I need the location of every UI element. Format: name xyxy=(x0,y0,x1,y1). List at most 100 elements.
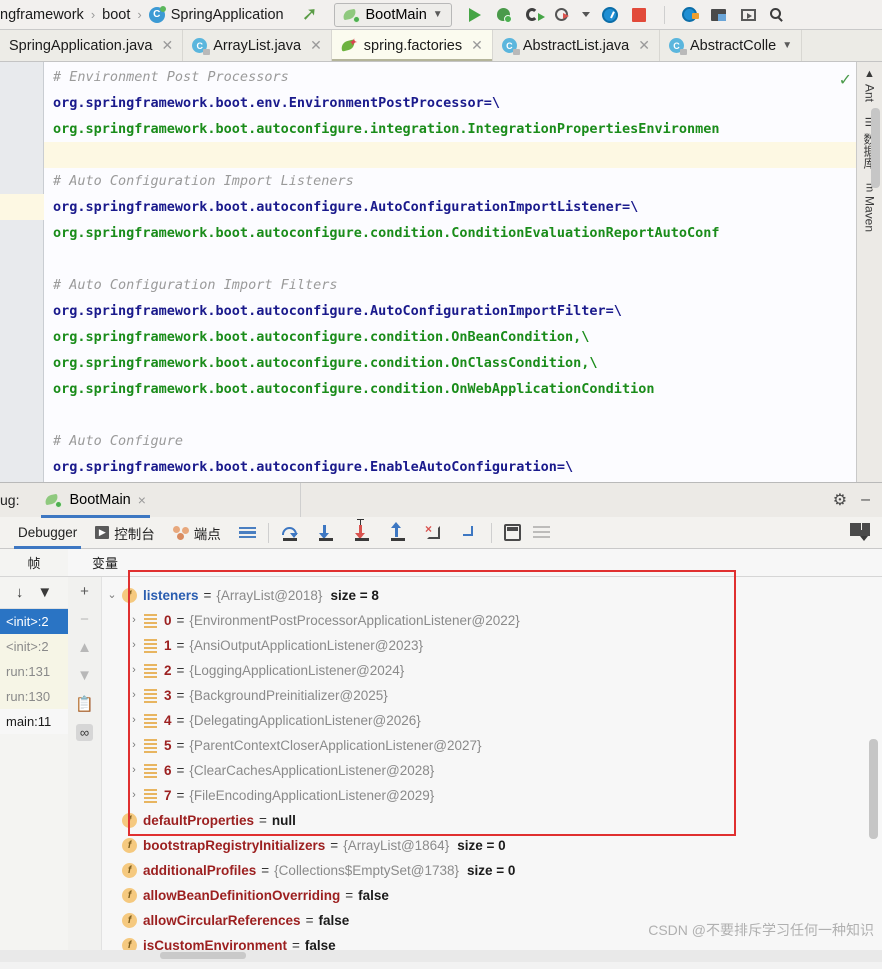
variable-row[interactable]: ⌄ f listeners = {ArrayList@2018} size = 8 xyxy=(102,583,882,608)
chevron-right-icon[interactable]: › xyxy=(124,683,144,708)
inspection-status-icon[interactable]: ✓ xyxy=(839,70,852,90)
variable-row[interactable]: › 6 = {ClearCachesApplicationListener@2028} xyxy=(102,758,882,783)
chevron-right-icon[interactable]: › xyxy=(124,708,144,733)
stop-icon[interactable] xyxy=(630,6,648,24)
breadcrumb-item-module[interactable]: boot xyxy=(102,7,130,23)
editor-tab-abstractlist[interactable]: C AbstractList.java ✕ xyxy=(492,30,660,61)
profiler-dropdown-icon[interactable] xyxy=(581,12,590,17)
layout-settings-button[interactable] xyxy=(850,523,882,542)
navigate-up-icon[interactable]: ➚ xyxy=(302,5,318,24)
tab-console[interactable]: ▶ 控制台 xyxy=(95,517,155,549)
copy-icon[interactable]: 📋 xyxy=(75,695,94,713)
frame-item[interactable]: run:131 xyxy=(0,659,68,684)
chevron-down-icon[interactable]: ▼ xyxy=(433,9,443,20)
variable-row[interactable]: › 2 = {LoggingApplicationListener@2024} xyxy=(102,658,882,683)
equals-sign: = xyxy=(305,913,314,928)
inspect-icon[interactable]: ∞ xyxy=(75,724,94,741)
variable-row[interactable]: f additionalProfiles = {Collections$EmptySe… xyxy=(102,858,882,883)
remove-watch-icon[interactable]: − xyxy=(80,611,89,628)
sort-values-icon[interactable] xyxy=(532,526,550,539)
variable-row[interactable]: › 0 = {EnvironmentPostProcessorApplicationL… xyxy=(102,608,882,633)
run-anything-icon[interactable] xyxy=(739,6,757,24)
run-configuration-selector[interactable]: BootMain ▼ xyxy=(333,2,452,27)
project-structure-icon[interactable] xyxy=(710,6,728,24)
variables-tree[interactable]: ⌄ f listeners = {ArrayList@2018} size = 8 › 0 ={… xyxy=(102,577,882,950)
threads-view-icon[interactable] xyxy=(238,526,256,539)
chevron-right-icon[interactable]: › xyxy=(124,608,144,633)
evaluate-expression-icon[interactable] xyxy=(503,524,521,541)
add-watch-icon[interactable]: + xyxy=(80,583,89,600)
frame-item[interactable]: run:130 xyxy=(0,684,68,709)
editor-tab-spring-factories[interactable]: ✦ spring.factories ✕ xyxy=(331,30,493,61)
variables-scrollbar[interactable] xyxy=(869,739,878,839)
chevron-down-icon[interactable]: ▼ xyxy=(782,40,792,51)
close-icon[interactable]: ✕ xyxy=(161,37,173,54)
variable-value: {ClearCachesApplicationListener@2028} xyxy=(189,763,435,778)
breadcrumb-item-class[interactable]: SpringApplication xyxy=(171,7,284,23)
variable-value: false xyxy=(358,888,389,903)
tab-endpoints[interactable]: 端点 xyxy=(172,517,221,549)
frame-item[interactable]: <init>:2 xyxy=(0,609,68,634)
variables-panel: 变量 + − ▲ ▼ 📋 ∞ ⌄ f listeners = {ArrayList@20… xyxy=(68,549,882,950)
minimize-icon[interactable]: – xyxy=(861,491,870,509)
variable-row[interactable]: f defaultProperties = null xyxy=(102,808,882,833)
frames-list[interactable]: <init>:2 <init>:2 run:131 run:130 main:11 xyxy=(0,609,68,734)
variable-row[interactable]: › 5 = {ParentContextCloserApplicationListen… xyxy=(102,733,882,758)
debug-session-tab[interactable]: BootMain × xyxy=(41,483,151,518)
search-icon[interactable] xyxy=(768,6,786,24)
close-icon[interactable]: ✕ xyxy=(638,37,650,54)
filter-icon[interactable]: ▼ xyxy=(37,584,52,601)
code-line: org.springframework.boot.env.Environment… xyxy=(53,95,501,111)
field-badge-icon: f xyxy=(122,888,137,903)
run-to-cursor-icon[interactable] xyxy=(461,524,479,542)
frame-item[interactable]: main:11 xyxy=(0,709,68,734)
run-with-coverage-icon[interactable] xyxy=(524,6,545,24)
drop-frame-icon[interactable] xyxy=(425,522,443,542)
endpoints-icon[interactable] xyxy=(681,6,699,24)
thread-dump-icon[interactable]: ↓ xyxy=(16,584,24,601)
step-into-icon[interactable] xyxy=(317,524,335,542)
step-out-icon[interactable] xyxy=(389,521,407,542)
editor-gutter[interactable] xyxy=(0,62,44,482)
force-step-into-icon[interactable] xyxy=(353,524,371,542)
close-icon[interactable]: × xyxy=(138,492,146,508)
code-content[interactable]: # Environment Post Processors org.springf… xyxy=(44,62,856,482)
variable-row[interactable]: f allowBeanDefinitionOverriding = false xyxy=(102,883,882,908)
close-icon[interactable]: ✕ xyxy=(310,37,322,54)
tab-debugger[interactable]: Debugger xyxy=(13,517,82,549)
debug-icon[interactable] xyxy=(495,6,513,24)
settings-gear-icon[interactable]: ⚙ xyxy=(833,490,847,510)
run-configuration-label: BootMain xyxy=(365,6,427,23)
toolwindow-ant[interactable]: ▲ Ant xyxy=(863,68,877,102)
chevron-down-icon[interactable]: ⌄ xyxy=(102,583,122,608)
variable-row[interactable]: › 3 = {BackgroundPreinitializer@2025} xyxy=(102,683,882,708)
toolwindow-maven[interactable]: m Maven xyxy=(863,183,877,232)
variable-size: size = 0 xyxy=(457,838,506,853)
editor-tab-springapplication[interactable]: SpringApplication.java ✕ xyxy=(0,30,184,61)
frame-item[interactable]: <init>:2 xyxy=(0,634,68,659)
editor-tab-abstractcollection[interactable]: C AbstractColle ▼ xyxy=(659,30,803,61)
editor-tab-arraylist[interactable]: C ArrayList.java ✕ xyxy=(183,30,332,61)
move-up-icon[interactable]: ▲ xyxy=(77,639,92,656)
chevron-right-icon[interactable]: › xyxy=(124,758,144,783)
run-icon[interactable] xyxy=(466,6,484,24)
chevron-right-icon[interactable]: › xyxy=(124,633,144,658)
profiler-icon[interactable] xyxy=(553,6,571,24)
equals-sign: = xyxy=(176,788,185,803)
chevron-right-icon[interactable]: › xyxy=(124,658,144,683)
list-element-icon xyxy=(144,763,157,778)
chevron-right-icon[interactable]: › xyxy=(124,733,144,758)
step-over-icon[interactable] xyxy=(281,524,299,542)
close-icon[interactable]: ✕ xyxy=(471,37,483,54)
performance-icon[interactable] xyxy=(601,6,619,24)
breadcrumb-item-package[interactable]: ngframework xyxy=(0,7,84,23)
variable-row[interactable]: › 4 = {DelegatingApplicationListener@2026} xyxy=(102,708,882,733)
move-down-icon[interactable]: ▼ xyxy=(77,667,92,684)
variable-row[interactable]: f bootstrapRegistryInitializers = {ArrayLis… xyxy=(102,833,882,858)
chevron-right-icon[interactable]: › xyxy=(124,783,144,808)
variable-value: null xyxy=(271,813,296,828)
variable-row[interactable]: › 1 = {AnsiOutputApplicationListener@2023} xyxy=(102,633,882,658)
variable-row[interactable]: › 7 = {FileEncodingApplicationListener@2029… xyxy=(102,783,882,808)
editor-scrollbar[interactable] xyxy=(871,108,880,188)
